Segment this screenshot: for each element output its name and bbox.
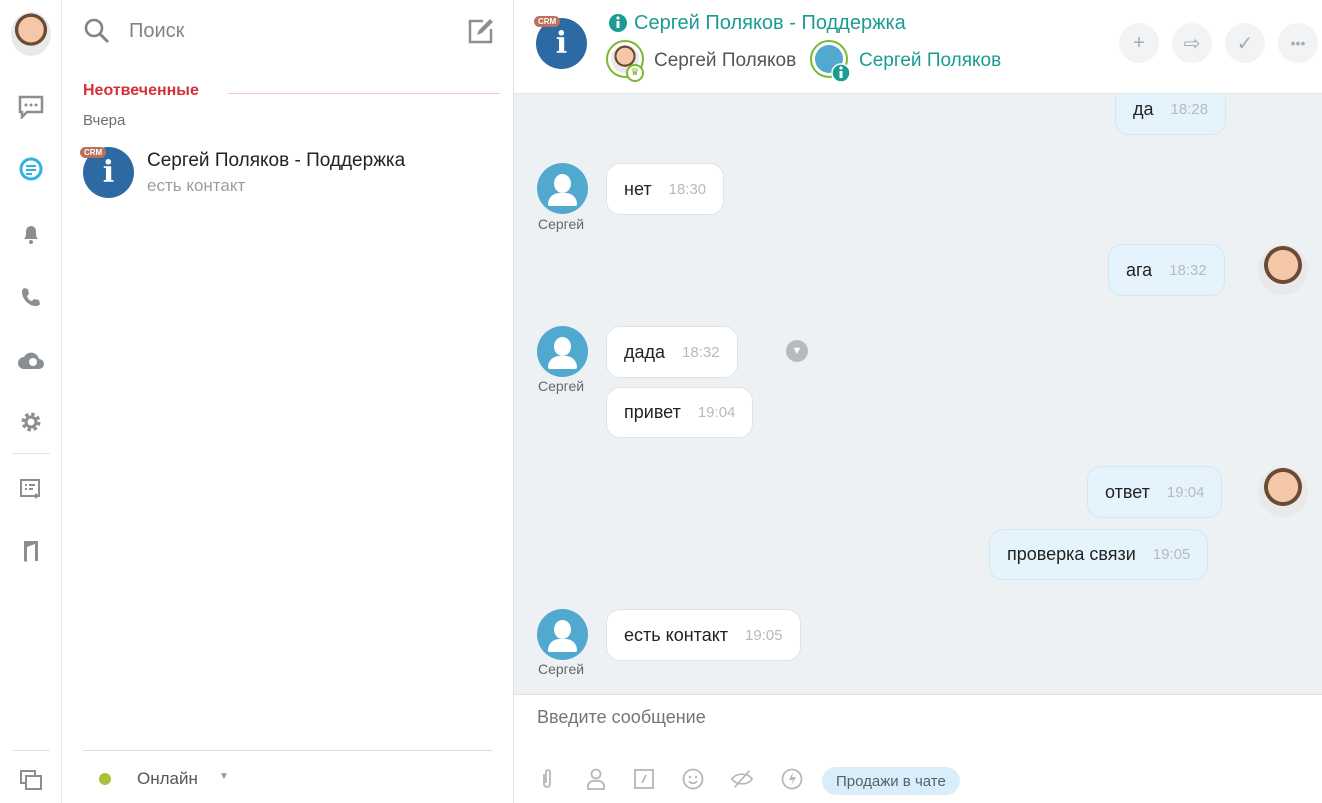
author-name: Сергей — [538, 216, 585, 232]
author-name: Сергей — [538, 378, 585, 394]
finish-button[interactable]: ✓ — [1225, 23, 1265, 63]
message-time: 18:32 — [682, 343, 720, 361]
chat-title[interactable]: Сергей Поляков - Поддержка — [634, 12, 906, 35]
message-text: есть контакт — [624, 624, 729, 645]
divider — [12, 453, 50, 454]
chat-panel: i CRM Сергей Поляков - Поддержка ♛ Серге… — [514, 0, 1322, 803]
sales-in-chat-button[interactable]: Продажи в чате — [822, 767, 960, 795]
message-time: 19:05 — [1152, 546, 1191, 563]
message-time: 19:05 — [745, 626, 783, 644]
chat-icon[interactable] — [17, 93, 45, 121]
author-name: Сергей — [538, 661, 585, 677]
gear-icon[interactable] — [17, 408, 45, 436]
message-outgoing: ага 18:32 — [1108, 244, 1225, 296]
cloud-icon[interactable] — [17, 347, 45, 375]
divider — [228, 93, 500, 94]
message-incoming: дада 18:32 — [606, 326, 738, 378]
add-user-button[interactable]: + — [1119, 23, 1159, 63]
hidden-eye-icon[interactable] — [730, 767, 754, 791]
message-incoming: есть контакт 19:05 — [606, 609, 801, 661]
chat-header: i CRM Сергей Поляков - Поддержка ♛ Серге… — [514, 0, 1322, 94]
message-time: 18:30 — [668, 180, 707, 198]
search-icon[interactable] — [84, 18, 110, 44]
message-text: дада — [624, 341, 666, 362]
message-time: 18:32 — [1169, 261, 1207, 279]
online-dot — [99, 773, 111, 785]
chat-list-panel: Поиск Неотвеченные Вчера i CRM Сергей По… — [62, 0, 514, 803]
client-avatar[interactable] — [537, 326, 588, 377]
last-message: есть контакт — [147, 176, 246, 195]
crm-badge: CRM — [534, 16, 561, 27]
info-icon — [831, 63, 851, 83]
day-label: Вчера — [83, 112, 126, 129]
crown-icon: ♛ — [626, 64, 644, 82]
paperclip-icon[interactable] — [535, 767, 559, 791]
message-text: ага — [1126, 259, 1153, 280]
command-icon[interactable] — [632, 767, 656, 791]
message-incoming: нет 18:30 — [606, 163, 725, 215]
phone-icon[interactable] — [17, 283, 45, 311]
message-menu-chevron-icon[interactable]: ▼ — [786, 340, 808, 362]
message-incoming: привет 19:04 — [606, 387, 754, 438]
message-time: 19:04 — [1166, 483, 1205, 501]
divider — [83, 750, 492, 751]
message-outgoing: ответ 19:04 — [1087, 466, 1223, 518]
windows-icon[interactable] — [17, 766, 45, 794]
message-text: привет — [624, 402, 681, 422]
left-rail — [0, 0, 62, 803]
message-text: да — [1133, 99, 1154, 119]
message-outgoing: да 18:28 — [1115, 94, 1227, 135]
door-icon[interactable] — [17, 537, 45, 565]
operator-avatar[interactable] — [1258, 467, 1308, 517]
divider — [12, 750, 50, 751]
message-list[interactable]: да 18:28 Сергей нет 18:30 ага 18:32 Сергей … — [514, 94, 1322, 694]
client-avatar[interactable] — [537, 163, 588, 214]
more-button[interactable]: ••• — [1278, 23, 1318, 63]
compose-icon[interactable] — [467, 17, 495, 45]
forward-button[interactable]: ⇨ — [1172, 23, 1212, 63]
client-avatar[interactable] — [537, 609, 588, 660]
message-time: 18:28 — [1170, 101, 1209, 118]
unanswered-label: Неотвеченные — [83, 82, 199, 99]
message-text: проверка связи — [1007, 544, 1136, 564]
info-icon — [609, 14, 627, 32]
message-time: 19:04 — [697, 404, 736, 421]
message-text: нет — [624, 178, 652, 199]
operator-avatar[interactable] — [1258, 245, 1308, 295]
user-icon[interactable] — [584, 767, 608, 791]
chat-title: Сергей Поляков - Поддержка — [147, 150, 406, 171]
open-lines-icon[interactable] — [17, 155, 45, 183]
client-name[interactable]: Сергей Поляков — [859, 50, 1001, 72]
status-label: Онлайн — [137, 769, 198, 788]
message-text: ответ — [1105, 481, 1150, 502]
lightning-icon[interactable] — [780, 767, 804, 791]
search-input[interactable]: Поиск — [129, 20, 184, 43]
chevron-down-icon: ▼ — [219, 771, 229, 782]
smile-icon[interactable] — [681, 767, 705, 791]
operator-name[interactable]: Сергей Поляков — [654, 50, 796, 72]
message-composer: Продажи в чате — [514, 694, 1322, 803]
crm-badge: CRM — [80, 147, 107, 158]
crm-form-icon[interactable] — [17, 475, 45, 503]
user-avatar[interactable] — [11, 12, 51, 56]
message-input[interactable] — [537, 707, 1297, 728]
message-outgoing: проверка связи 19:05 — [989, 529, 1209, 580]
bell-icon[interactable] — [17, 220, 45, 248]
